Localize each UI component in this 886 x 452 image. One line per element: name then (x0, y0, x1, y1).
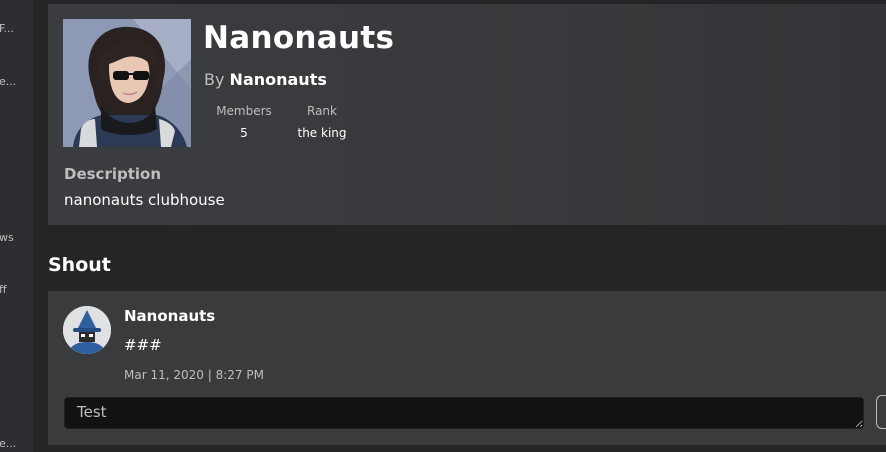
owner-name-link[interactable]: Nanonauts (230, 70, 327, 89)
left-sidebar: F... e... ws ff e... (0, 0, 33, 452)
shout-input[interactable]: Test (64, 397, 864, 429)
description-title: Description (64, 165, 162, 183)
owner-prefix: By (204, 70, 225, 89)
rank-label: Rank (307, 104, 337, 118)
members-label: Members (216, 104, 272, 118)
description-text: nanonauts clubhouse (64, 191, 225, 209)
shout-section-title: Shout (48, 254, 111, 276)
group-name: Nanonauts (203, 20, 395, 56)
members-count: 5 (240, 126, 248, 140)
post-shout-button[interactable] (876, 395, 886, 429)
sidebar-item-1[interactable]: F... (0, 22, 14, 35)
poster-avatar[interactable] (63, 306, 111, 354)
shout-timestamp: Mar 11, 2020 | 8:27 PM (124, 368, 264, 382)
rank-value: the king (297, 126, 347, 140)
shout-card: Nanonauts ### Mar 11, 2020 | 8:27 PM Tes… (48, 291, 886, 445)
poster-name-link[interactable]: Nanonauts (124, 307, 215, 325)
sidebar-item-4[interactable]: ff (0, 283, 7, 296)
shout-message: ### (124, 336, 162, 354)
sidebar-item-2[interactable]: e... (0, 75, 16, 88)
group-header-card: Nanonauts By Nanonauts Members 5 Rank th… (48, 4, 886, 225)
sidebar-item-3[interactable]: ws (0, 231, 14, 244)
sidebar-item-5[interactable]: e... (0, 437, 16, 450)
group-owner: By Nanonauts (204, 70, 327, 89)
group-emblem-image (63, 19, 191, 147)
